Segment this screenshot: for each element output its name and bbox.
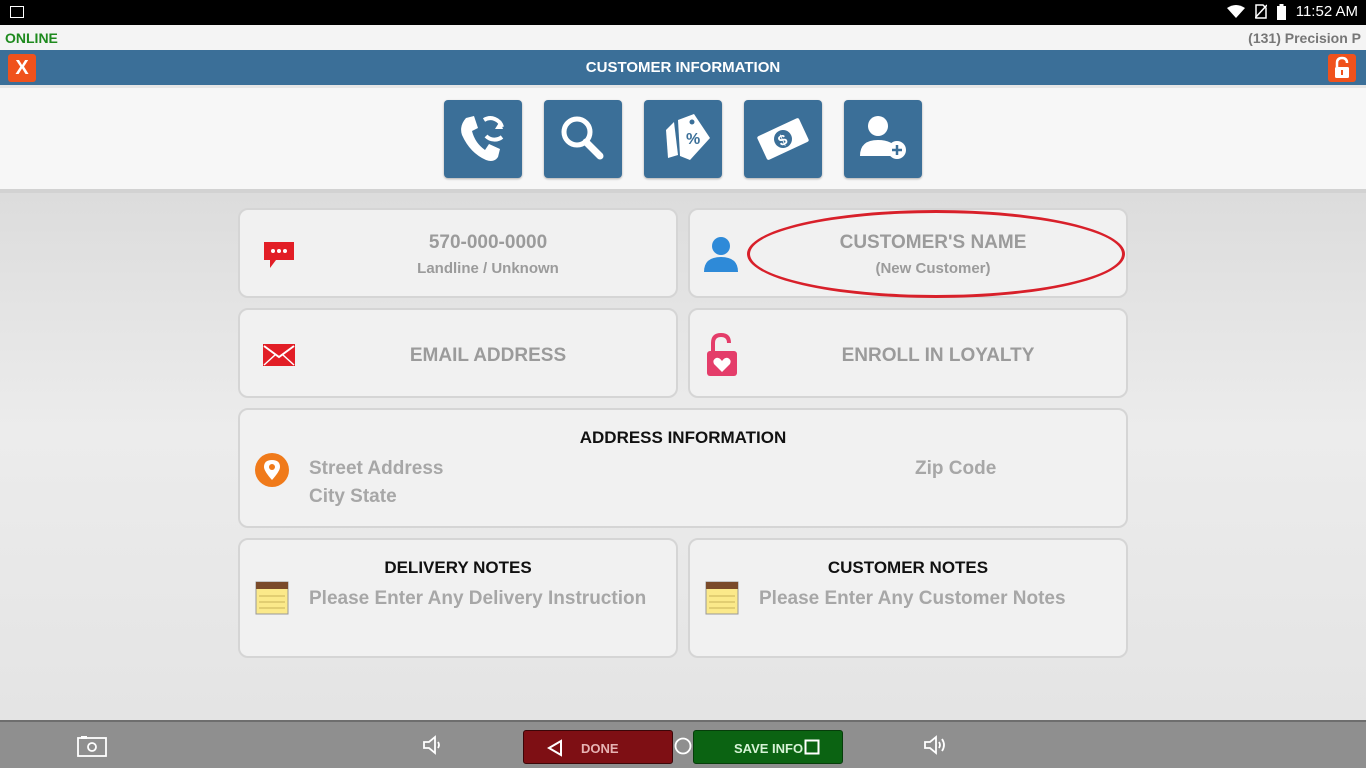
loyalty-label: ENROLL IN LOYALTY bbox=[841, 345, 1035, 366]
phone-number: 570-000-0000 bbox=[428, 232, 548, 253]
delivery-notes-heading: DELIVERY NOTES bbox=[384, 558, 532, 577]
customer-name-card[interactable]: CUSTOMER'S NAME (New Customer) bbox=[688, 208, 1128, 298]
gallery-icon bbox=[10, 6, 24, 18]
coupon-tags-icon: % bbox=[666, 114, 710, 160]
store-label: (131) Precision P bbox=[1248, 30, 1361, 46]
phone-lookup-button[interactable] bbox=[444, 100, 522, 178]
done-button[interactable]: DONE bbox=[523, 730, 673, 764]
lock-icon bbox=[1335, 56, 1349, 78]
bottom-bar: DONE SAVE INFO bbox=[0, 720, 1366, 768]
back-icon bbox=[547, 739, 562, 757]
coupon-button[interactable]: % bbox=[644, 100, 722, 178]
phone-card[interactable]: 570-000-0000 Landline / Unknown bbox=[238, 208, 678, 298]
payment-button[interactable]: $ bbox=[744, 100, 822, 178]
volume-down-icon[interactable] bbox=[421, 734, 443, 756]
clock: 11:52 AM bbox=[1295, 3, 1358, 20]
battery-icon bbox=[1276, 3, 1286, 20]
email-icon bbox=[263, 344, 295, 366]
city-state-placeholder: City State bbox=[309, 486, 397, 507]
search-button[interactable] bbox=[544, 100, 622, 178]
email-placeholder: EMAIL ADDRESS bbox=[409, 345, 567, 366]
email-card[interactable]: EMAIL ADDRESS bbox=[238, 308, 678, 398]
address-card[interactable]: ADDRESS INFORMATION Street Address City … bbox=[238, 408, 1128, 528]
status-icons: 11:52 AM bbox=[1226, 3, 1358, 20]
toolbar: % $ bbox=[0, 88, 1366, 193]
delivery-notes-card[interactable]: DELIVERY NOTES Please Enter Any Delivery… bbox=[238, 538, 678, 658]
page-title: CUSTOMER INFORMATION bbox=[585, 59, 781, 76]
sms-icon bbox=[264, 242, 294, 268]
search-icon bbox=[561, 116, 604, 160]
system-status-bar: 11:52 AM bbox=[0, 0, 1366, 25]
phone-type: Landline / Unknown bbox=[417, 260, 559, 277]
user-icon bbox=[704, 237, 738, 272]
loyalty-lock-icon bbox=[707, 332, 737, 376]
save-info-button[interactable]: SAVE INFO bbox=[693, 730, 843, 764]
screenshot-icon[interactable] bbox=[77, 735, 107, 757]
connection-status: ONLINE bbox=[5, 30, 58, 46]
no-sim-icon bbox=[1254, 4, 1267, 19]
volume-up-icon[interactable] bbox=[922, 734, 948, 756]
done-label: DONE bbox=[581, 741, 619, 756]
svg-text:%: % bbox=[686, 131, 700, 148]
location-pin-icon bbox=[255, 453, 289, 487]
add-customer-icon bbox=[860, 116, 906, 159]
customer-notes-heading: CUSTOMER NOTES bbox=[827, 558, 989, 577]
zip-code-placeholder: Zip Code bbox=[915, 458, 997, 479]
loyalty-card[interactable]: ENROLL IN LOYALTY bbox=[688, 308, 1128, 398]
customer-notes-placeholder: Please Enter Any Customer Notes bbox=[759, 588, 1066, 609]
title-bar: X CUSTOMER INFORMATION bbox=[0, 50, 1366, 85]
wifi-icon bbox=[1226, 4, 1245, 18]
save-info-label: SAVE INFO bbox=[734, 741, 804, 756]
delivery-notes-placeholder: Please Enter Any Delivery Instruction bbox=[309, 588, 647, 609]
add-customer-button[interactable] bbox=[844, 100, 922, 178]
notepad-icon bbox=[255, 581, 289, 615]
notepad-icon bbox=[705, 581, 739, 615]
address-heading: ADDRESS INFORMATION bbox=[579, 428, 787, 447]
home-icon[interactable] bbox=[674, 737, 692, 755]
customer-name-placeholder: CUSTOMER'S NAME bbox=[839, 232, 1027, 253]
customer-notes-card[interactable]: CUSTOMER NOTES Please Enter Any Customer… bbox=[688, 538, 1128, 658]
customer-status: (New Customer) bbox=[875, 260, 991, 277]
phone-lookup-icon bbox=[461, 116, 504, 161]
money-icon: $ bbox=[757, 118, 809, 160]
recents-icon bbox=[804, 739, 820, 755]
info-bar: ONLINE (131) Precision P bbox=[0, 25, 1366, 50]
lock-button[interactable] bbox=[1328, 54, 1356, 82]
street-address-placeholder: Street Address bbox=[309, 458, 444, 479]
